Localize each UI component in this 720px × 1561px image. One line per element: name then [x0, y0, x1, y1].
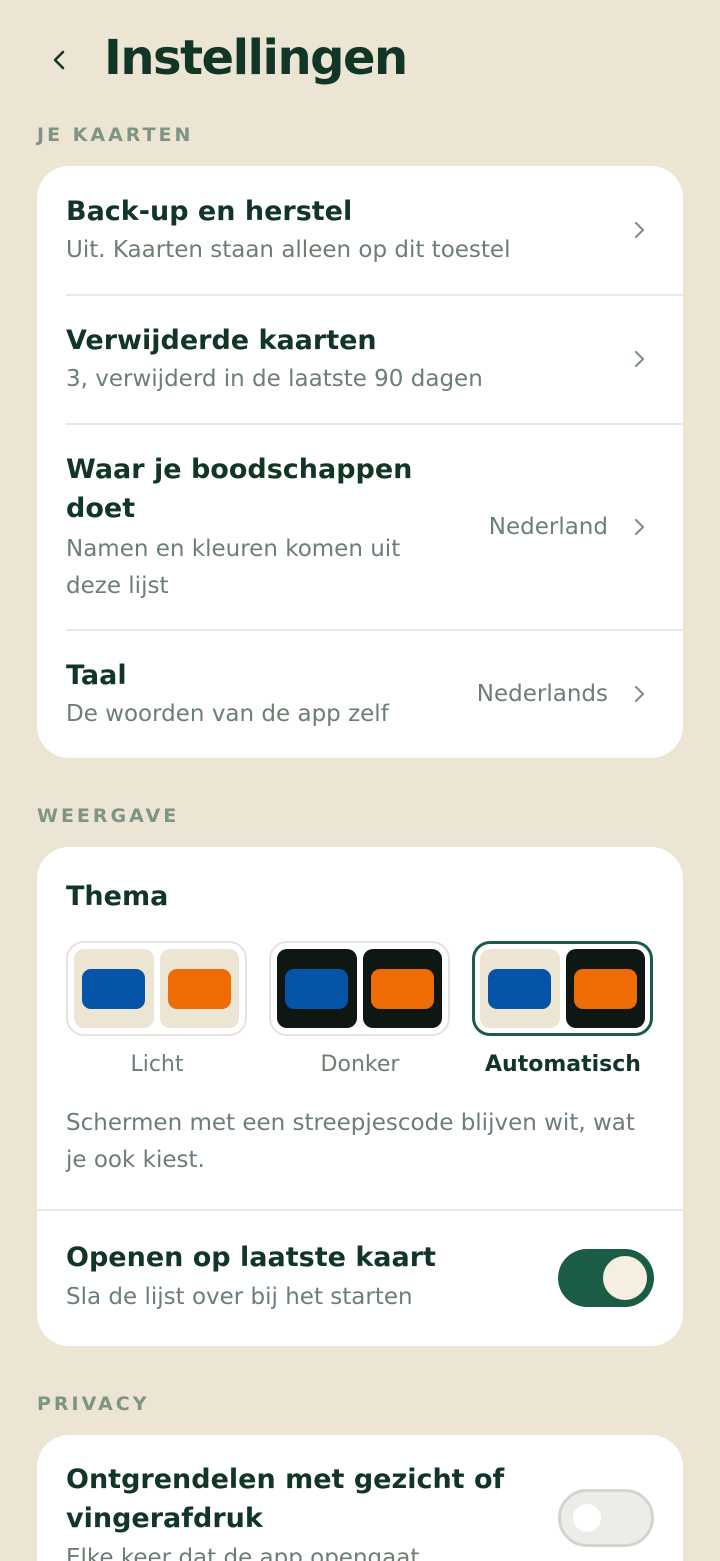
settings-screen: Instellingen JE KAARTEN Back-up en herst… — [0, 0, 720, 1561]
deleted-cards-title: Verwijderde kaarten — [66, 325, 377, 356]
theme-swatch-blue — [285, 968, 349, 1009]
shopping-region-subtitle: Namen en kleuren komen uit deze lijst — [66, 536, 401, 599]
language-row[interactable]: Taal De woorden van de app zelf Nederlan… — [37, 631, 683, 758]
theme-preview-light-half — [74, 949, 154, 1028]
shopping-region-row[interactable]: Waar je boodschappen doet Namen en kleur… — [37, 425, 683, 630]
theme-label-light[interactable]: Licht — [57, 1048, 257, 1082]
chevron-right-icon — [627, 347, 651, 371]
privacy-settings-card: Ontgrendelen met gezicht of vingerafdruk… — [37, 1435, 683, 1561]
shopping-region-title: Waar je boodschappen doet — [66, 454, 413, 524]
theme-swatch-blue — [488, 968, 552, 1009]
cards-settings-card: Back-up en herstel Uit. Kaarten staan al… — [37, 166, 683, 758]
language-subtitle: De woorden van de app zelf — [66, 701, 389, 727]
section-label-display: WEERGAVE — [37, 805, 180, 827]
language-value: Nederlands — [476, 681, 608, 707]
chevron-right-icon — [627, 515, 651, 539]
biometric-unlock-subtitle: Elke keer dat de app opengaat — [66, 1545, 420, 1561]
theme-note: Schermen met een streepjescode blijven w… — [66, 1110, 635, 1173]
section-label-cards: JE KAARTEN — [37, 124, 194, 146]
language-title: Taal — [66, 660, 127, 691]
biometric-unlock-toggle[interactable] — [558, 1489, 654, 1547]
theme-preview-dark-half — [565, 949, 645, 1028]
theme-swatch-orange — [573, 968, 637, 1009]
backup-restore-row[interactable]: Back-up en herstel Uit. Kaarten staan al… — [37, 166, 683, 295]
theme-swatch-orange — [167, 968, 231, 1009]
theme-swatch-blue — [82, 968, 146, 1009]
biometric-unlock-title: Ontgrendelen met gezicht of vingerafdruk — [66, 1464, 505, 1534]
theme-option-light[interactable] — [66, 941, 247, 1036]
backup-restore-subtitle: Uit. Kaarten staan alleen op dit toestel — [66, 237, 511, 263]
open-last-card-toggle[interactable] — [558, 1249, 654, 1307]
open-last-card-title: Openen op laatste kaart — [66, 1242, 436, 1273]
theme-label-dark[interactable]: Donker — [260, 1048, 460, 1082]
theme-option-automatic[interactable] — [472, 941, 653, 1036]
theme-preview-light-half — [159, 949, 239, 1028]
page-title: Instellingen — [104, 30, 408, 86]
back-button[interactable] — [36, 36, 84, 84]
toggle-knob — [573, 1504, 601, 1532]
theme-preview-dark-half — [277, 949, 357, 1028]
theme-heading: Thema — [66, 881, 169, 912]
backup-restore-title: Back-up en herstel — [66, 196, 353, 227]
deleted-cards-subtitle: 3, verwijderd in de laatste 90 dagen — [66, 366, 483, 392]
section-label-privacy: PRIVACY — [37, 1393, 150, 1415]
chevron-right-icon — [627, 218, 651, 242]
theme-swatch-orange — [370, 968, 434, 1009]
theme-label-automatic[interactable]: Automatisch — [463, 1048, 663, 1082]
biometric-unlock-row[interactable]: Ontgrendelen met gezicht of vingerafdruk… — [37, 1435, 683, 1561]
shopping-region-value: Nederland — [488, 514, 608, 540]
back-arrow-icon — [53, 50, 65, 70]
toggle-knob — [603, 1256, 647, 1300]
header: Instellingen — [0, 0, 720, 120]
chevron-right-icon — [627, 682, 651, 706]
theme-preview-dark-half — [362, 949, 442, 1028]
deleted-cards-row[interactable]: Verwijderde kaarten 3, verwijderd in de … — [37, 296, 683, 424]
open-last-card-subtitle: Sla de lijst over bij het starten — [66, 1284, 413, 1310]
theme-option-dark[interactable] — [269, 941, 450, 1036]
open-last-card-row[interactable]: Openen op laatste kaart Sla de lijst ove… — [37, 1211, 683, 1346]
display-settings-card: Thema Licht Donker Automatisch Schermen … — [37, 847, 683, 1346]
theme-preview-light-half — [480, 949, 560, 1028]
